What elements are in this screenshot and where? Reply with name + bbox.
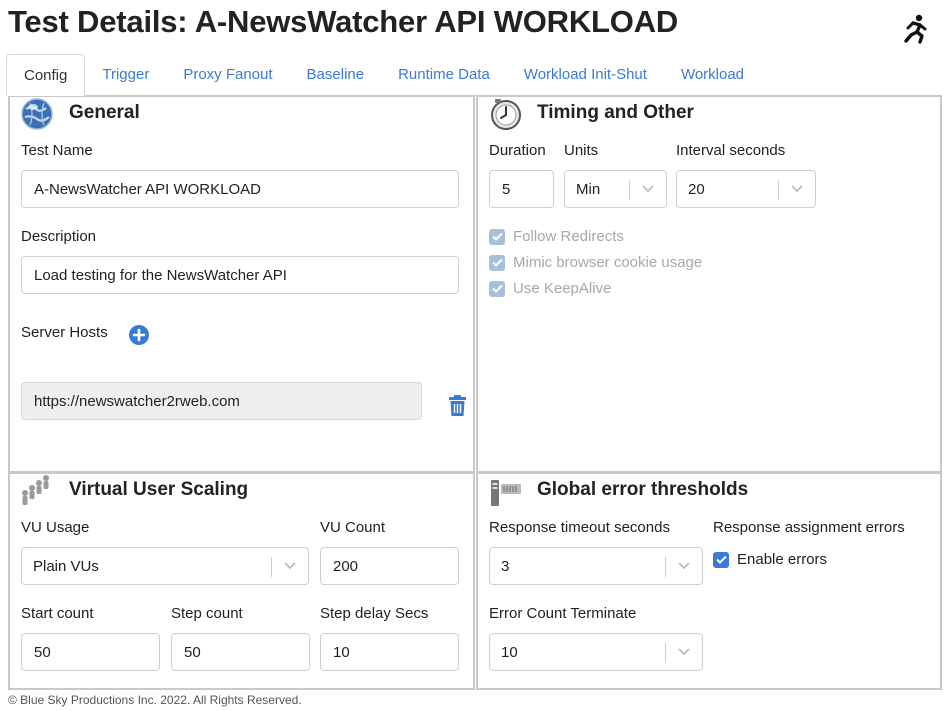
select-separator	[271, 557, 272, 577]
general-title: General	[69, 102, 140, 123]
tab-trigger[interactable]: Trigger	[85, 53, 166, 95]
chevron-down-icon	[791, 185, 803, 193]
running-person-icon[interactable]	[900, 14, 928, 44]
enable-errors-label: Enable errors	[737, 551, 828, 568]
server-host-input[interactable]: https://newswatcher2rweb.com	[21, 382, 422, 420]
select-separator	[629, 180, 630, 200]
plus-circle-icon[interactable]	[128, 324, 150, 346]
errors-title: Global error thresholds	[537, 479, 749, 500]
units-label: Units	[564, 142, 599, 159]
follow-redirects-label: Follow Redirects	[513, 228, 624, 245]
vu-usage-value: Plain VUs	[33, 557, 99, 575]
tab-baseline[interactable]: Baseline	[290, 53, 382, 95]
chevron-down-icon	[642, 185, 654, 193]
tab-config[interactable]: Config	[6, 54, 86, 96]
timeout-select[interactable]: 3	[489, 547, 703, 585]
server-hosts-label: Server Hosts	[21, 324, 108, 341]
error-thresholds-panel: Global error thresholds Response timeout…	[476, 472, 942, 690]
select-separator	[778, 180, 779, 200]
chevron-down-icon	[284, 562, 296, 570]
chevron-down-icon	[678, 648, 690, 656]
clock-icon	[491, 99, 521, 130]
description-input[interactable]: Load testing for the NewsWatcher API	[21, 256, 459, 294]
duration-label: Duration	[489, 142, 546, 159]
units-select[interactable]: Min	[564, 170, 667, 208]
test-name-input[interactable]: A-NewsWatcher API WORKLOAD	[21, 170, 459, 208]
interval-select[interactable]: 20	[676, 170, 816, 208]
interval-label: Interval seconds	[676, 142, 786, 159]
duration-input[interactable]: 5	[489, 170, 554, 208]
step-delay-label: Step delay Secs	[320, 605, 429, 622]
mimic-cookie-label: Mimic browser cookie usage	[513, 254, 703, 271]
assignment-errors-label: Response assignment errors	[713, 519, 905, 536]
checkmark-icon	[489, 280, 505, 297]
select-separator	[665, 557, 666, 577]
tab-runtime-data[interactable]: Runtime Data	[381, 53, 507, 95]
step-count-input[interactable]: 50	[171, 633, 310, 671]
users-icon	[22, 475, 49, 505]
enable-errors-checkbox[interactable]: Enable errors	[713, 551, 827, 568]
timing-title: Timing and Other	[537, 102, 694, 123]
timeout-label: Response timeout seconds	[489, 519, 670, 536]
globe-icon	[21, 98, 53, 130]
tab-bar: Config Trigger Proxy Fanout Baseline Run…	[6, 53, 761, 96]
error-count-terminate-select[interactable]: 10	[489, 633, 703, 671]
timeout-value: 3	[501, 557, 510, 575]
select-separator	[665, 643, 666, 663]
vu-count-label: VU Count	[320, 519, 386, 536]
vu-usage-label: VU Usage	[21, 519, 90, 536]
tab-workload-init-shut[interactable]: Workload Init-Shut	[507, 53, 664, 95]
start-count-label: Start count	[21, 605, 94, 622]
server-rack-icon	[491, 480, 521, 506]
chevron-down-icon	[678, 562, 690, 570]
interval-value: 20	[688, 180, 705, 198]
checkmark-icon	[489, 228, 505, 245]
keepalive-checkbox[interactable]: Use KeepAlive	[489, 280, 611, 297]
start-count-input[interactable]: 50	[21, 633, 160, 671]
step-count-label: Step count	[171, 605, 243, 622]
tab-workload[interactable]: Workload	[664, 53, 761, 95]
units-value: Min	[576, 180, 601, 198]
vu-title: Virtual User Scaling	[69, 479, 249, 500]
description-label: Description	[21, 228, 97, 245]
follow-redirects-checkbox[interactable]: Follow Redirects	[489, 228, 624, 245]
step-delay-input[interactable]: 10	[320, 633, 459, 671]
general-panel: General Test Name A-NewsWatcher API WORK…	[8, 95, 475, 473]
trash-icon[interactable]	[448, 395, 467, 417]
checkmark-icon	[489, 254, 505, 271]
error-count-terminate-label: Error Count Terminate	[489, 605, 637, 622]
timing-panel: Timing and Other Duration 5 Units Min In…	[476, 95, 942, 473]
tab-proxy-fanout[interactable]: Proxy Fanout	[166, 53, 289, 95]
vu-scaling-panel: Virtual User Scaling VU Usage Plain VUs …	[8, 472, 475, 690]
footer-copyright: © Blue Sky Productions Inc. 2022. All Ri…	[8, 693, 302, 707]
vu-usage-select[interactable]: Plain VUs	[21, 547, 309, 585]
mimic-cookie-checkbox[interactable]: Mimic browser cookie usage	[489, 254, 702, 271]
page-title: Test Details: A-NewsWatcher API WORKLOAD	[8, 4, 679, 39]
error-count-terminate-value: 10	[501, 643, 518, 661]
checkmark-icon	[713, 551, 729, 568]
keepalive-label: Use KeepAlive	[513, 280, 612, 297]
test-name-label: Test Name	[21, 142, 93, 159]
vu-count-input[interactable]: 200	[320, 547, 459, 585]
